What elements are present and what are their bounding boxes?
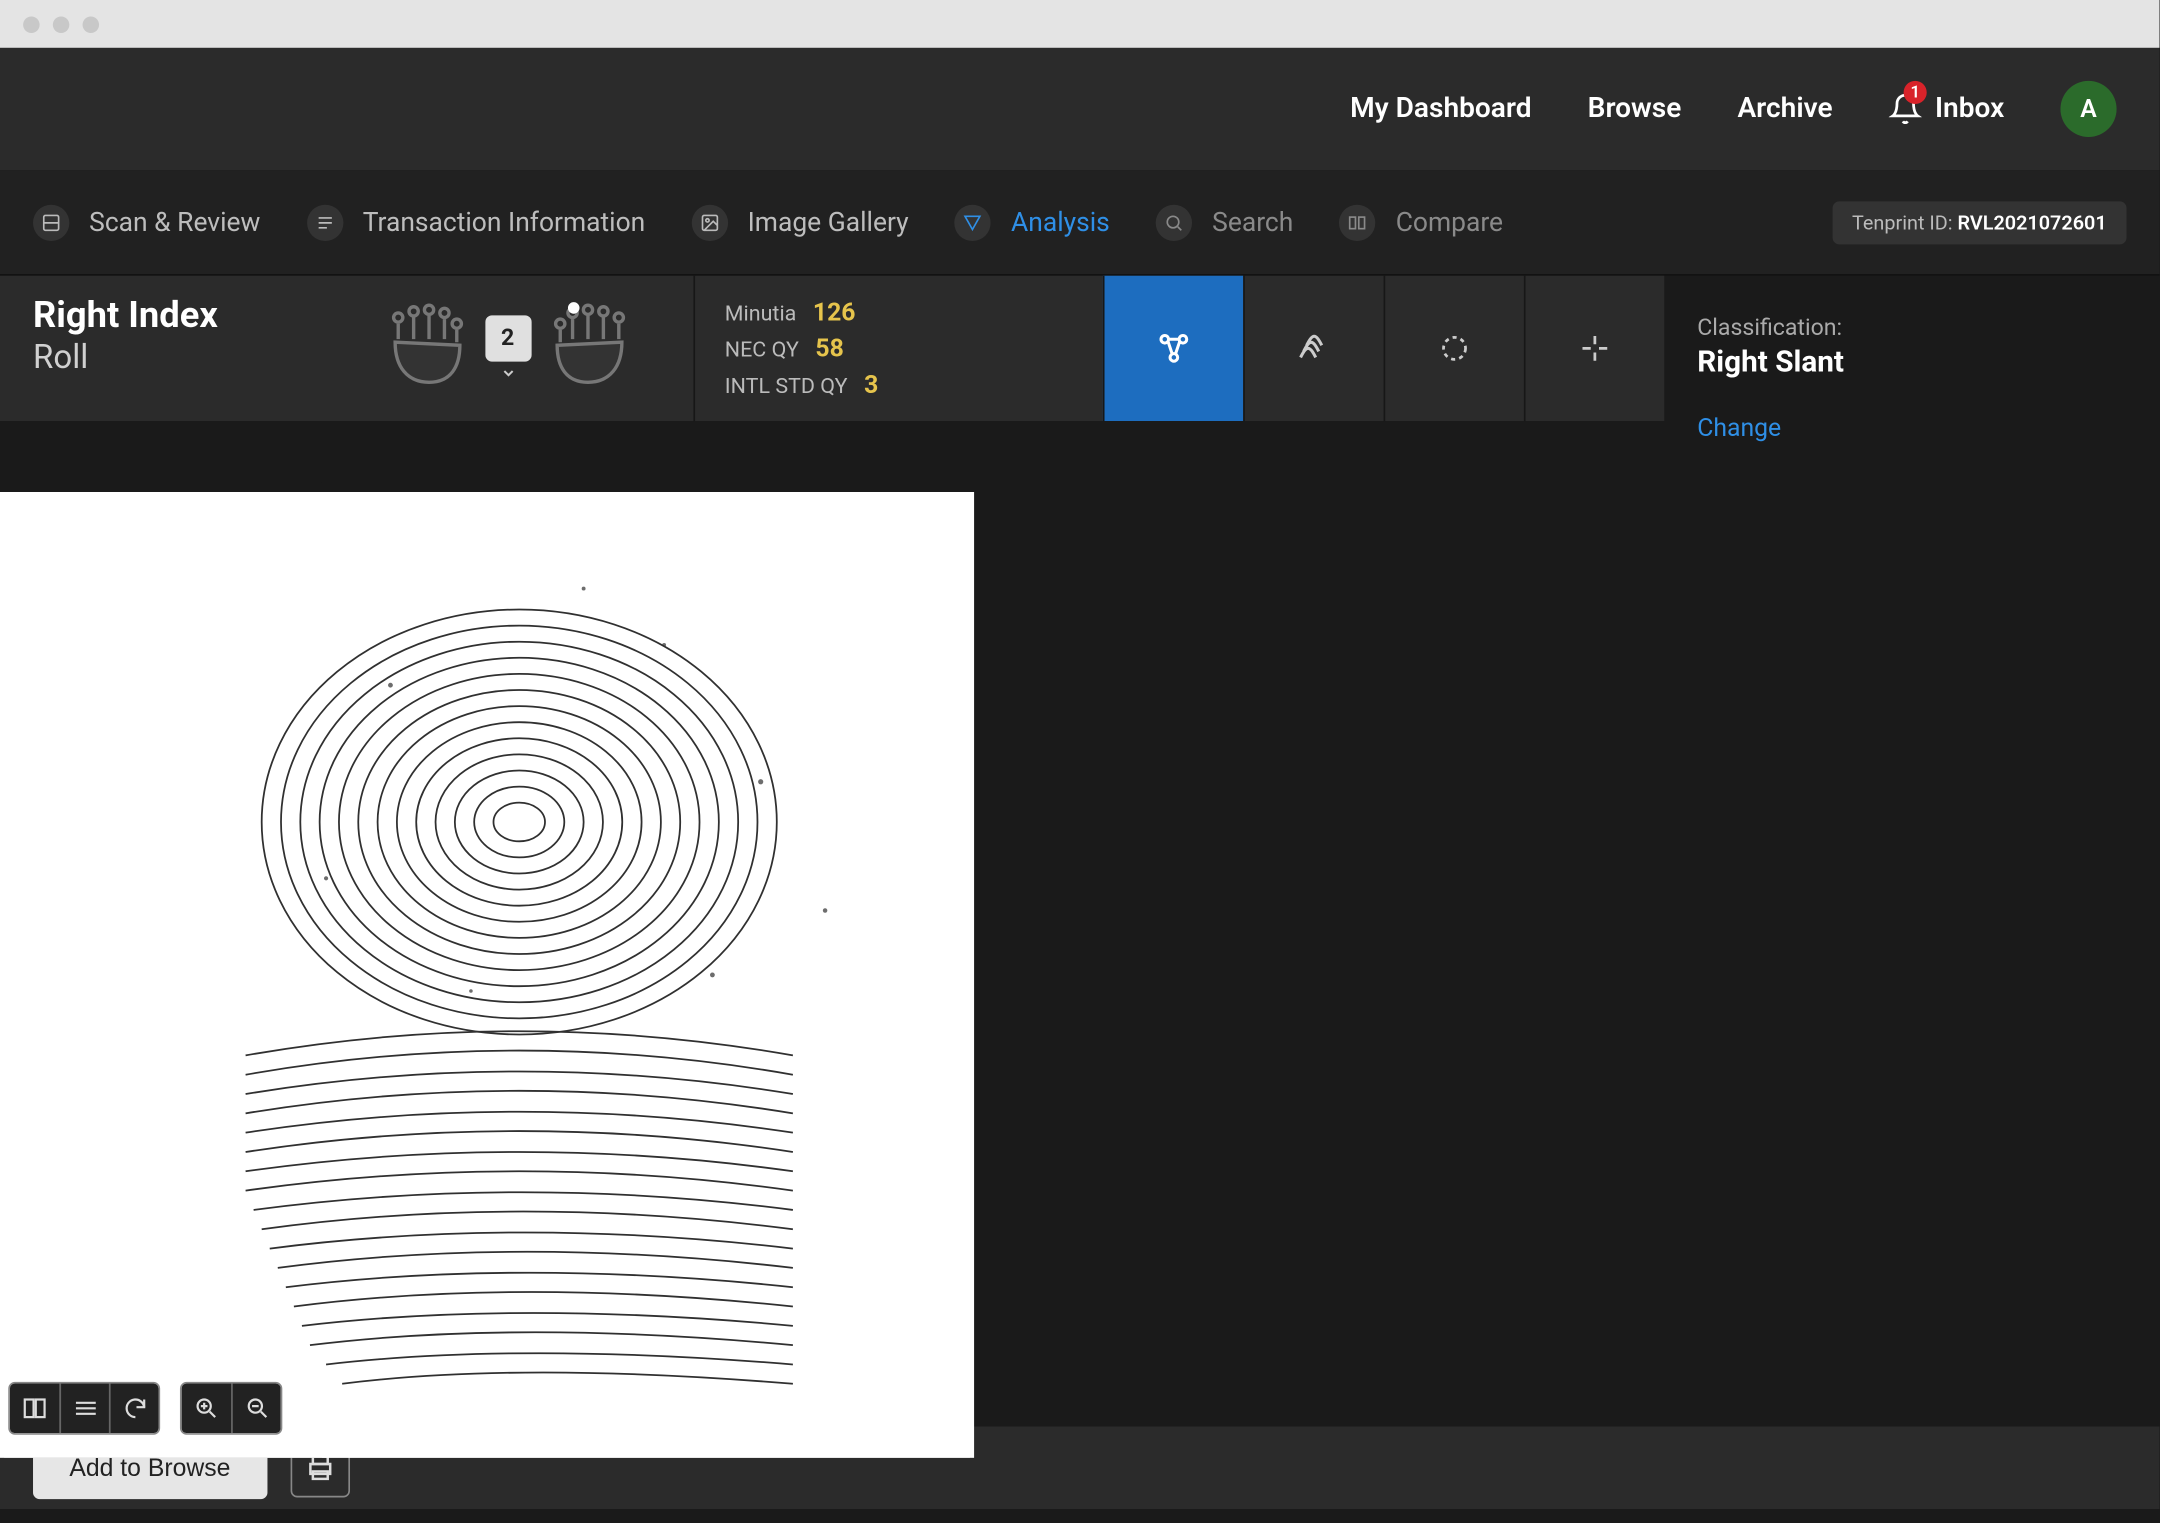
impression-counter[interactable]: 2 bbox=[485, 315, 531, 381]
crosshair-icon bbox=[1578, 332, 1611, 365]
gallery-icon bbox=[691, 204, 727, 240]
zoom-in-button[interactable] bbox=[182, 1384, 232, 1434]
finger-name: Right Index bbox=[33, 296, 289, 337]
bell-icon: 1 bbox=[1889, 91, 1922, 127]
scan-icon bbox=[33, 204, 69, 240]
change-classification-link[interactable]: Change bbox=[1697, 413, 1781, 443]
tab-analysis-label: Analysis bbox=[1011, 206, 1110, 237]
necqy-value: 58 bbox=[815, 334, 843, 364]
minutiae-icon bbox=[1156, 330, 1192, 366]
tabs-bar: Scan & Review Transaction Information Im… bbox=[0, 170, 2160, 276]
tenprint-value: RVL2021072601 bbox=[1957, 211, 2106, 234]
window-chrome bbox=[0, 0, 2160, 48]
search-icon bbox=[1156, 204, 1192, 240]
grid-view-button[interactable] bbox=[59, 1384, 109, 1434]
quality-stats: Minutia 126 NEC QY 58 INTL STD QY 3 bbox=[693, 276, 1102, 421]
canvas-area bbox=[0, 482, 322, 1458]
canvas-view-group bbox=[8, 1382, 160, 1435]
zoom-group bbox=[180, 1382, 282, 1435]
right-hand-icon[interactable] bbox=[544, 302, 636, 394]
split-view-button[interactable] bbox=[10, 1384, 60, 1434]
intlqy-value: 3 bbox=[864, 370, 878, 400]
tool-center[interactable] bbox=[1524, 276, 1664, 421]
tab-analysis[interactable]: Analysis bbox=[955, 204, 1110, 240]
fingerprint-image[interactable] bbox=[0, 492, 974, 1458]
nav-dashboard[interactable]: My Dashboard bbox=[1350, 92, 1531, 125]
avatar[interactable]: A bbox=[2060, 81, 2116, 137]
window-close-dot[interactable] bbox=[23, 16, 40, 33]
tab-gallery[interactable]: Image Gallery bbox=[691, 204, 908, 240]
minutia-value: 126 bbox=[813, 297, 856, 327]
classification-panel: Classification: Right Slant Change bbox=[1664, 276, 2159, 482]
window-max-dot[interactable] bbox=[83, 16, 100, 33]
nav-browse[interactable]: Browse bbox=[1588, 92, 1682, 125]
classification-value: Right Slant bbox=[1697, 345, 2126, 380]
nav-archive[interactable]: Archive bbox=[1737, 92, 1832, 125]
zoom-in-icon bbox=[193, 1395, 219, 1421]
impression-count: 2 bbox=[485, 315, 531, 361]
inbox-label: Inbox bbox=[1935, 92, 2004, 125]
inbox-badge: 1 bbox=[1904, 81, 1927, 104]
refresh-button[interactable] bbox=[109, 1384, 159, 1434]
left-hand-icon[interactable] bbox=[379, 302, 471, 394]
necqy-label: NEC QY bbox=[725, 338, 799, 363]
tab-scan-review[interactable]: Scan & Review bbox=[33, 204, 260, 240]
analysis-icon bbox=[955, 204, 991, 240]
grid-icon bbox=[72, 1395, 98, 1421]
compare-icon bbox=[1340, 204, 1376, 240]
tool-ridges[interactable] bbox=[1243, 276, 1383, 421]
tab-search[interactable]: Search bbox=[1156, 204, 1293, 240]
tool-minutiae[interactable] bbox=[1103, 276, 1243, 421]
finger-title: Right Index Roll bbox=[0, 276, 322, 421]
tab-scan-label: Scan & Review bbox=[89, 206, 260, 237]
tool-region[interactable] bbox=[1384, 276, 1524, 421]
hands-selector: 2 bbox=[322, 276, 693, 421]
tab-gallery-label: Image Gallery bbox=[748, 206, 909, 237]
chevron-down-icon bbox=[496, 365, 519, 382]
tenprint-id: Tenprint ID: RVL2021072601 bbox=[1832, 201, 2126, 244]
minutia-label: Minutia bbox=[725, 302, 797, 327]
intlqy-label: INTL STD QY bbox=[725, 375, 848, 400]
tab-search-label: Search bbox=[1212, 206, 1293, 237]
tenprint-label: Tenprint ID: bbox=[1852, 211, 1953, 234]
split-icon bbox=[21, 1395, 47, 1421]
capture-type: Roll bbox=[33, 337, 289, 377]
transaction-icon bbox=[307, 204, 343, 240]
nav-inbox[interactable]: 1 Inbox bbox=[1889, 91, 2005, 127]
tool-tabs bbox=[1103, 276, 1664, 421]
zoom-out-icon bbox=[244, 1395, 270, 1421]
hand-active-dot bbox=[567, 302, 579, 314]
top-nav: My Dashboard Browse Archive 1 Inbox A bbox=[0, 48, 2160, 170]
tab-transaction-label: Transaction Information bbox=[363, 206, 646, 237]
region-icon bbox=[1438, 332, 1471, 365]
ridges-icon bbox=[1296, 330, 1332, 366]
refresh-icon bbox=[121, 1395, 147, 1421]
tab-compare-label: Compare bbox=[1396, 206, 1503, 237]
tab-transaction[interactable]: Transaction Information bbox=[307, 204, 646, 240]
window-min-dot[interactable] bbox=[53, 16, 70, 33]
classification-label: Classification: bbox=[1697, 315, 2126, 341]
zoom-out-button[interactable] bbox=[231, 1384, 281, 1434]
tab-compare[interactable]: Compare bbox=[1340, 204, 1503, 240]
